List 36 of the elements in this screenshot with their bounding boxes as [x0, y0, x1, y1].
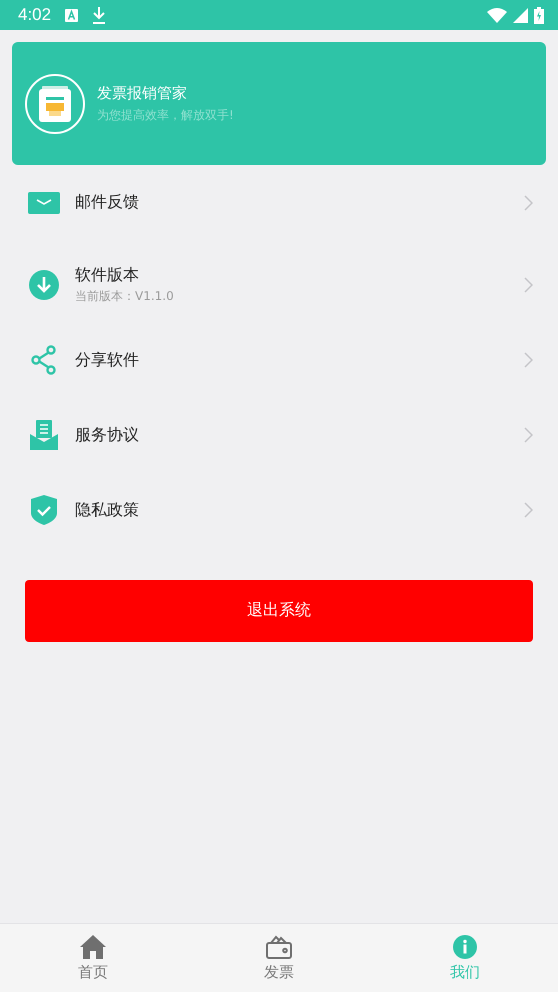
info-icon — [453, 934, 477, 958]
chevron-icon — [524, 502, 533, 518]
menu-item[interactable]: 服务协议 — [0, 398, 558, 472]
wallet-icon — [266, 934, 292, 958]
chevron-icon — [524, 194, 533, 210]
mail-icon — [28, 192, 60, 214]
download-icon — [92, 6, 106, 24]
menu-item-title: 软件版本 — [75, 265, 140, 286]
nav-tab[interactable]: 发票 — [186, 924, 372, 992]
menu-item-title: 分享软件 — [75, 350, 140, 370]
app-title: 发票报销管家 — [97, 84, 188, 102]
wifi-icon — [487, 8, 507, 22]
document-icon — [30, 420, 58, 450]
signal-icon — [513, 8, 528, 22]
menu-item[interactable]: 软件版本 当前版本：V1.1.0 — [0, 248, 558, 322]
menu-item[interactable]: 邮件反馈 — [0, 170, 558, 236]
status-time: 4:02 — [18, 5, 52, 25]
logout-button[interactable]: 退出系统 — [25, 580, 533, 642]
home-icon — [80, 934, 106, 958]
font-icon — [65, 8, 78, 22]
app-logo-icon — [25, 74, 85, 134]
nav-tab[interactable]: 首页 — [0, 924, 186, 992]
battery-icon — [534, 6, 544, 24]
chevron-icon — [524, 277, 533, 293]
app-slogan: 为您提高效率，解放双手! — [97, 106, 234, 124]
chevron-icon — [524, 352, 533, 368]
menu-item-title: 邮件反馈 — [75, 192, 140, 213]
chevron-icon — [524, 427, 533, 443]
menu-item[interactable]: 隐私政策 — [0, 472, 558, 548]
menu-item-title: 隐私政策 — [75, 500, 140, 520]
version-text: 当前版本：V1.1.0 — [75, 288, 175, 305]
share-icon — [31, 345, 57, 375]
shield-icon — [31, 495, 57, 525]
menu-item-title: 服务协议 — [75, 424, 140, 446]
menu-item[interactable]: 分享软件 — [0, 322, 558, 398]
download-icon — [29, 270, 59, 300]
